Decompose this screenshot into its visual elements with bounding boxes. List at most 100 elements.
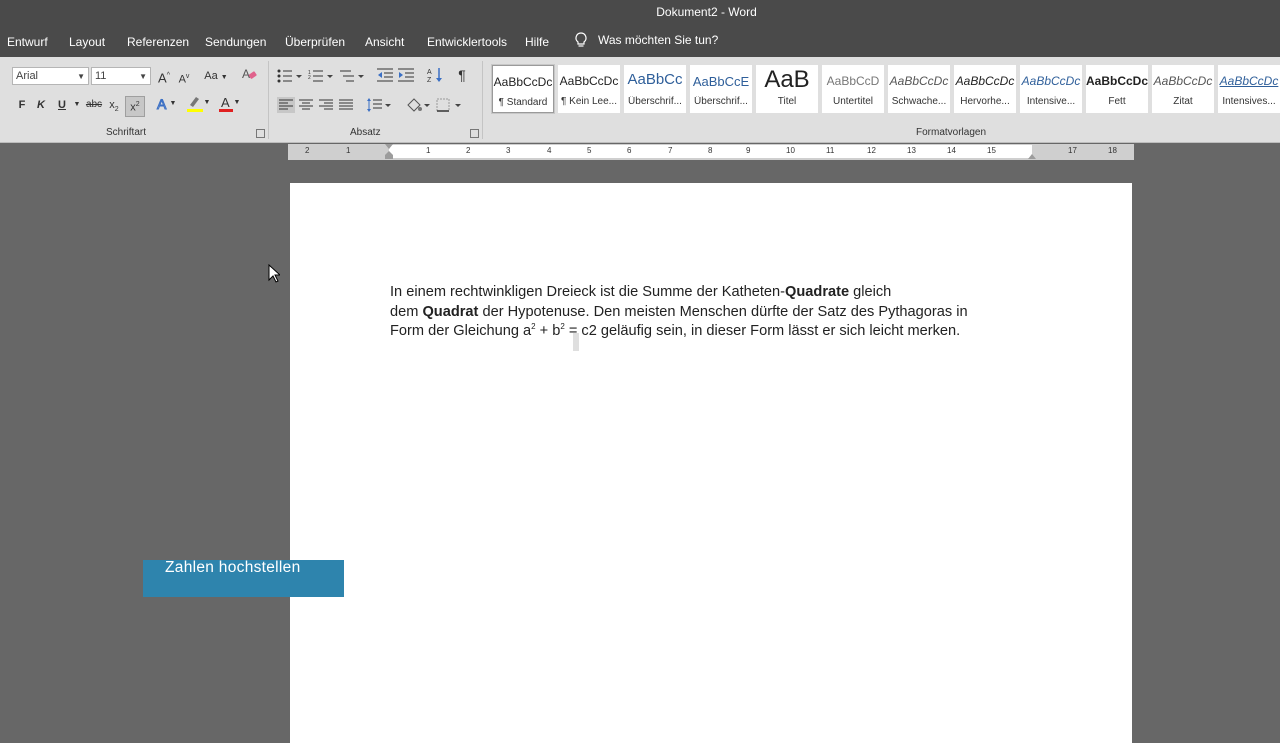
tab-entwicklertools[interactable]: Entwicklertools bbox=[427, 35, 507, 49]
paragraph-dialog-launcher[interactable] bbox=[470, 129, 479, 138]
ruler-label: 3 bbox=[506, 146, 511, 155]
tab-referenzen[interactable]: Referenzen bbox=[127, 35, 189, 49]
grow-font-button[interactable]: A^ bbox=[156, 68, 172, 86]
ruler-label: 9 bbox=[746, 146, 751, 155]
font-color-icon: A bbox=[218, 95, 233, 112]
align-center-icon[interactable] bbox=[298, 97, 314, 113]
style-standard[interactable]: AaBbCcDc ¶ Standard bbox=[491, 64, 555, 114]
shrink-font-label: A bbox=[178, 73, 186, 86]
style-name: Zitat bbox=[1173, 96, 1193, 107]
ruler-label: 6 bbox=[627, 146, 632, 155]
mouse-pointer-icon bbox=[268, 264, 280, 283]
style-preview: AaBbCcDc bbox=[955, 74, 1015, 88]
tell-me-box[interactable]: Was möchten Sie tun? bbox=[574, 32, 718, 48]
underline-dropdown[interactable]: ▼ bbox=[72, 97, 82, 113]
bullets-icon[interactable] bbox=[277, 69, 303, 83]
chevron-down-icon: ▼ bbox=[77, 72, 85, 81]
strikethrough-button[interactable]: abc bbox=[85, 97, 103, 113]
text-effects-button[interactable]: A ▼ bbox=[155, 96, 177, 117]
style-intensive-hervorhebung[interactable]: AaBbCcDc Intensive... bbox=[1020, 65, 1082, 113]
bold-button[interactable]: F bbox=[15, 97, 29, 113]
sort-icon[interactable]: AZ bbox=[427, 67, 443, 83]
document-name: Dokument2 bbox=[656, 5, 718, 19]
tab-entwurf[interactable]: Entwurf bbox=[7, 35, 48, 49]
shrink-font-button[interactable]: Av bbox=[176, 69, 192, 88]
style-fett[interactable]: AaBbCcDc Fett bbox=[1086, 65, 1148, 113]
increase-indent-icon[interactable] bbox=[397, 68, 415, 82]
tab-hilfe[interactable]: Hilfe bbox=[525, 35, 549, 49]
font-color-button[interactable]: A ▼ bbox=[216, 95, 242, 118]
app-name: Word bbox=[728, 5, 757, 19]
eraser-icon: A bbox=[242, 67, 257, 81]
text-cursor bbox=[573, 333, 579, 351]
text-effects-icon: A bbox=[156, 96, 167, 113]
horizontal-ruler[interactable]: 2 1 1 2 3 4 5 6 7 8 9 10 11 12 13 14 15 … bbox=[288, 144, 1134, 160]
align-left-icon[interactable] bbox=[277, 97, 295, 113]
style-kein-leerraum[interactable]: AaBbCcDc ¶ Kein Lee... bbox=[558, 65, 620, 113]
ruler-label: 4 bbox=[547, 146, 552, 155]
style-schwache-hervorhebung[interactable]: AaBbCcDc Schwache... bbox=[888, 65, 950, 113]
text-line: Form der Gleichung a2 + b2 = c2 geläufig… bbox=[390, 322, 1020, 342]
svg-text:A: A bbox=[157, 96, 167, 112]
group-divider bbox=[482, 61, 483, 139]
highlight-color-button[interactable]: ▼ bbox=[185, 95, 211, 118]
document-page[interactable]: In einem rechtwinkligen Dreieck ist die … bbox=[290, 183, 1132, 743]
style-ueberschrift-2[interactable]: AaBbCcE Überschrif... bbox=[690, 65, 752, 113]
ruler-label: 1 bbox=[346, 146, 351, 155]
text-run: dem bbox=[390, 303, 423, 320]
style-name: Titel bbox=[777, 96, 797, 107]
italic-button[interactable]: K bbox=[34, 97, 48, 113]
subscript-button[interactable]: x2 bbox=[107, 97, 121, 118]
grow-font-label: A bbox=[158, 70, 167, 86]
font-size-combo[interactable]: 11 ▼ bbox=[91, 67, 151, 85]
numbering-icon[interactable]: 12 bbox=[308, 69, 334, 83]
first-line-indent-marker[interactable] bbox=[384, 144, 394, 160]
svg-text:A: A bbox=[221, 95, 230, 110]
style-titel[interactable]: AaB Titel bbox=[756, 65, 818, 113]
tab-layout[interactable]: Layout bbox=[69, 35, 105, 49]
multilevel-list-icon[interactable] bbox=[339, 69, 365, 83]
shading-icon[interactable] bbox=[405, 97, 431, 113]
right-indent-marker[interactable] bbox=[1027, 151, 1037, 160]
pilcrow-icon[interactable]: ¶ bbox=[455, 67, 469, 83]
ruler-label: 1 bbox=[426, 146, 431, 155]
window-title: Dokument2 - Word bbox=[0, 5, 1280, 19]
font-name-combo[interactable]: Arial ▼ bbox=[12, 67, 89, 85]
lightbulb-icon bbox=[575, 32, 587, 47]
change-case-button[interactable]: Aa ▼ bbox=[202, 68, 230, 86]
paragraph-group-label: Absatz bbox=[350, 127, 381, 138]
style-preview: AaBbCc bbox=[627, 71, 683, 88]
svg-text:A: A bbox=[427, 69, 432, 76]
ruler-label: 12 bbox=[867, 146, 876, 155]
group-divider bbox=[268, 61, 269, 139]
style-untertitel[interactable]: AaBbCcD Untertitel bbox=[822, 65, 884, 113]
clear-formatting-button[interactable]: A bbox=[240, 66, 258, 87]
tutorial-caption: Zahlen hochstellen bbox=[143, 560, 344, 597]
superscript-button[interactable]: x2 bbox=[125, 96, 145, 117]
ruler-label: 5 bbox=[587, 146, 592, 155]
tab-ueberpruefen[interactable]: Überprüfen bbox=[285, 35, 345, 49]
style-name: Fett bbox=[1108, 96, 1126, 107]
ruler-label: 10 bbox=[786, 146, 795, 155]
underline-button[interactable]: U bbox=[55, 97, 69, 113]
ruler-label: 2 bbox=[466, 146, 471, 155]
line-spacing-icon[interactable] bbox=[366, 97, 392, 113]
ruler-label: 18 bbox=[1108, 146, 1117, 155]
bold-text: Quadrate bbox=[785, 284, 850, 300]
style-intensives-zitat[interactable]: AaBbCcDc Intensives... bbox=[1218, 65, 1280, 113]
tab-sendungen[interactable]: Sendungen bbox=[205, 35, 266, 49]
font-dialog-launcher[interactable] bbox=[256, 129, 265, 138]
document-body[interactable]: In einem rechtwinkligen Dreieck ist die … bbox=[390, 283, 1020, 342]
decrease-indent-icon[interactable] bbox=[376, 68, 394, 82]
align-right-icon[interactable] bbox=[318, 97, 334, 113]
text-run: In einem rechtwinkligen Dreieck ist die … bbox=[390, 284, 786, 300]
style-ueberschrift-1[interactable]: AaBbCc Überschrif... bbox=[624, 65, 686, 113]
style-hervorhebung[interactable]: AaBbCcDc Hervorhe... bbox=[954, 65, 1016, 113]
justify-icon[interactable] bbox=[338, 97, 354, 113]
tab-ansicht[interactable]: Ansicht bbox=[365, 35, 404, 49]
style-zitat[interactable]: AaBbCcDc Zitat bbox=[1152, 65, 1214, 113]
text-run: Form der Gleichung a bbox=[390, 323, 532, 339]
style-preview: AaBbCcDc bbox=[889, 74, 949, 88]
style-preview: AaBbCcDc bbox=[1153, 74, 1213, 88]
borders-icon[interactable] bbox=[436, 97, 462, 113]
